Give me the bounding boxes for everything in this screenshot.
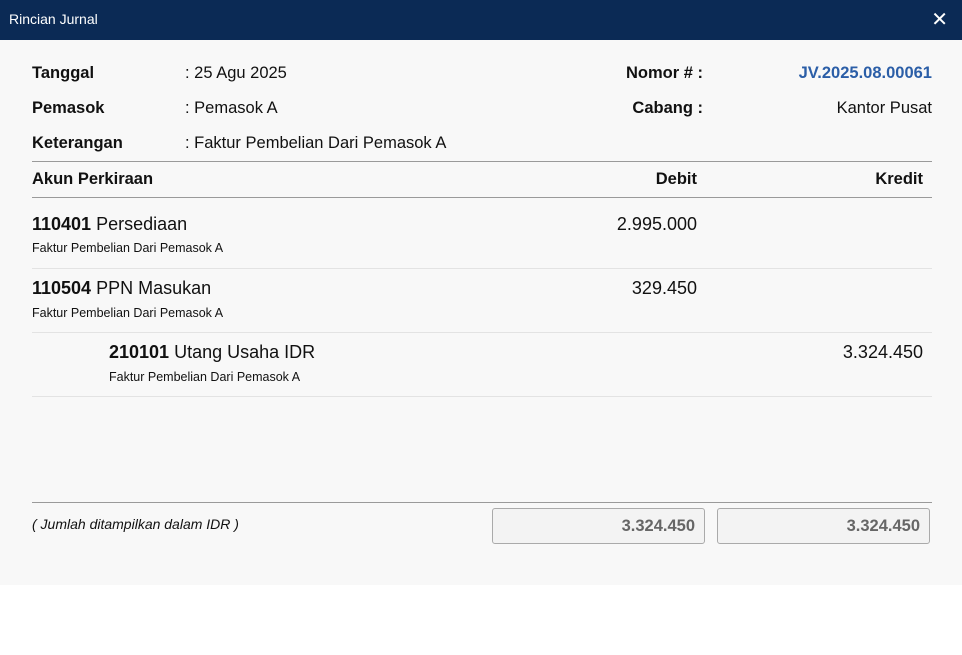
- journal-detail-dialog: Rincian Jurnal ✕ Tanggal : 25 Agu 2025 P…: [0, 0, 962, 585]
- table-top-divider: [32, 161, 932, 162]
- dialog-title: Rincian Jurnal: [9, 11, 98, 27]
- tanggal-label: Tanggal: [32, 64, 95, 82]
- row-debit: 2.995.000: [616, 214, 697, 234]
- tanggal-value: : 25 Agu 2025: [185, 64, 287, 82]
- total-debit-field: 3.324.450: [492, 508, 705, 544]
- row-divider: [32, 268, 932, 269]
- account-code: 110504: [32, 278, 92, 298]
- currency-note: ( Jumlah ditampilkan dalam IDR ): [32, 516, 239, 532]
- account-code: 210101: [109, 342, 170, 362]
- row-divider: [32, 332, 932, 333]
- column-debit: Debit: [655, 170, 697, 188]
- table-header-divider: [32, 197, 932, 198]
- row-credit: 3.324.450: [842, 342, 923, 362]
- column-credit: Kredit: [875, 170, 923, 188]
- row-debit: 329.450: [631, 278, 697, 298]
- nomor-label: Nomor # :: [625, 64, 703, 82]
- keterangan-label: Keterangan: [32, 134, 123, 152]
- pemasok-value: : Pemasok A: [185, 99, 278, 117]
- nomor-value[interactable]: JV.2025.08.00061: [799, 64, 932, 83]
- row-description: Faktur Pembelian Dari Pemasok A: [32, 306, 224, 320]
- cabang-label: Cabang :: [632, 99, 703, 117]
- account-name: Utang Usaha IDR: [174, 342, 316, 362]
- total-credit-field: 3.324.450: [717, 508, 930, 544]
- row-description: Faktur Pembelian Dari Pemasok A: [32, 241, 224, 255]
- account-name: PPN Masukan: [96, 278, 212, 298]
- dialog-titlebar: Rincian Jurnal ✕: [0, 0, 962, 40]
- row-divider: [32, 396, 932, 397]
- totals-divider: [32, 502, 932, 503]
- row-description: Faktur Pembelian Dari Pemasok A: [109, 370, 301, 384]
- account-name: Persediaan: [96, 214, 188, 234]
- column-account: Akun Perkiraan: [32, 170, 154, 188]
- keterangan-value: : Faktur Pembelian Dari Pemasok A: [185, 134, 447, 152]
- cabang-value: Kantor Pusat: [836, 99, 932, 117]
- account-code: 110401: [32, 214, 92, 234]
- close-icon[interactable]: ✕: [931, 7, 948, 31]
- pemasok-label: Pemasok: [32, 99, 105, 117]
